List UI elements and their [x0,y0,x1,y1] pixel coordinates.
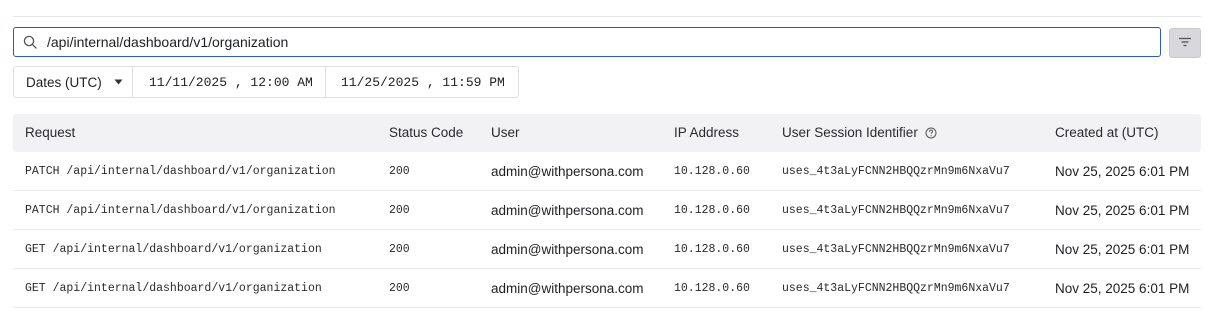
table-row[interactable]: GET /api/internal/dashboard/v1/organizat… [13,230,1201,269]
date-mode-label: Dates (UTC) [26,74,102,90]
cell-ip-address: 10.128.0.60 [674,243,750,256]
table-header: Request Status Code User IP Address User… [13,114,1201,152]
date-to-input[interactable]: 11/25/2025 , 11:59 PM [326,67,518,97]
cell-created-at: Nov 25, 2025 6:01 PM [1055,281,1190,296]
cell-user: admin@withpersona.com [491,242,644,257]
help-icon[interactable] [925,127,937,139]
cell-user-session: uses_4t3aLyFCNN2HBQQzrMn9m6NxaVu7 [782,165,1010,178]
filter-icon [1178,34,1192,52]
date-from-input[interactable]: 11/11/2025 , 12:00 AM [133,67,326,97]
search-input[interactable] [47,34,1107,50]
cell-request: PATCH /api/internal/dashboard/v1/organiz… [25,204,336,217]
cell-ip-address: 10.128.0.60 [674,282,750,295]
cell-user-session: uses_4t3aLyFCNN2HBQQzrMn9m6NxaVu7 [782,243,1010,256]
cell-created-at: Nov 25, 2025 6:01 PM [1055,164,1190,179]
cell-status-code: 200 [389,204,410,217]
date-range-picker: Dates (UTC) 11/11/2025 , 12:00 AM 11/25/… [13,66,519,98]
search-bar [13,27,1201,58]
table-row[interactable]: GET /api/internal/dashboard/v1/organizat… [13,269,1201,308]
cell-user: admin@withpersona.com [491,164,644,179]
table-row[interactable]: PATCH /api/internal/dashboard/v1/organiz… [13,191,1201,230]
search-field[interactable] [13,27,1161,57]
top-divider [13,16,1201,17]
header-status-code[interactable]: Status Code [389,125,463,140]
cell-user: admin@withpersona.com [491,203,644,218]
header-user[interactable]: User [491,125,520,140]
header-request[interactable]: Request [25,125,75,140]
cell-ip-address: 10.128.0.60 [674,165,750,178]
filter-button[interactable] [1169,28,1201,58]
caret-down-icon [114,79,123,85]
header-user-session[interactable]: User Session Identifier [782,125,937,140]
cell-user-session: uses_4t3aLyFCNN2HBQQzrMn9m6NxaVu7 [782,282,1010,295]
cell-ip-address: 10.128.0.60 [674,204,750,217]
header-created-at[interactable]: Created at (UTC) [1055,125,1159,140]
cell-user-session: uses_4t3aLyFCNN2HBQQzrMn9m6NxaVu7 [782,204,1010,217]
cell-request: GET /api/internal/dashboard/v1/organizat… [25,243,322,256]
cell-status-code: 200 [389,165,410,178]
header-ip-address[interactable]: IP Address [674,125,739,140]
search-icon [23,35,37,49]
cell-created-at: Nov 25, 2025 6:01 PM [1055,242,1190,257]
cell-user: admin@withpersona.com [491,281,644,296]
header-user-session-label: User Session Identifier [782,125,918,140]
cell-status-code: 200 [389,282,410,295]
cell-status-code: 200 [389,243,410,256]
cell-request: GET /api/internal/dashboard/v1/organizat… [25,282,322,295]
cell-created-at: Nov 25, 2025 6:01 PM [1055,203,1190,218]
request-log-table: Request Status Code User IP Address User… [13,114,1201,308]
cell-request: PATCH /api/internal/dashboard/v1/organiz… [25,165,336,178]
table-row[interactable]: PATCH /api/internal/dashboard/v1/organiz… [13,152,1201,191]
date-mode-select[interactable]: Dates (UTC) [14,67,133,97]
